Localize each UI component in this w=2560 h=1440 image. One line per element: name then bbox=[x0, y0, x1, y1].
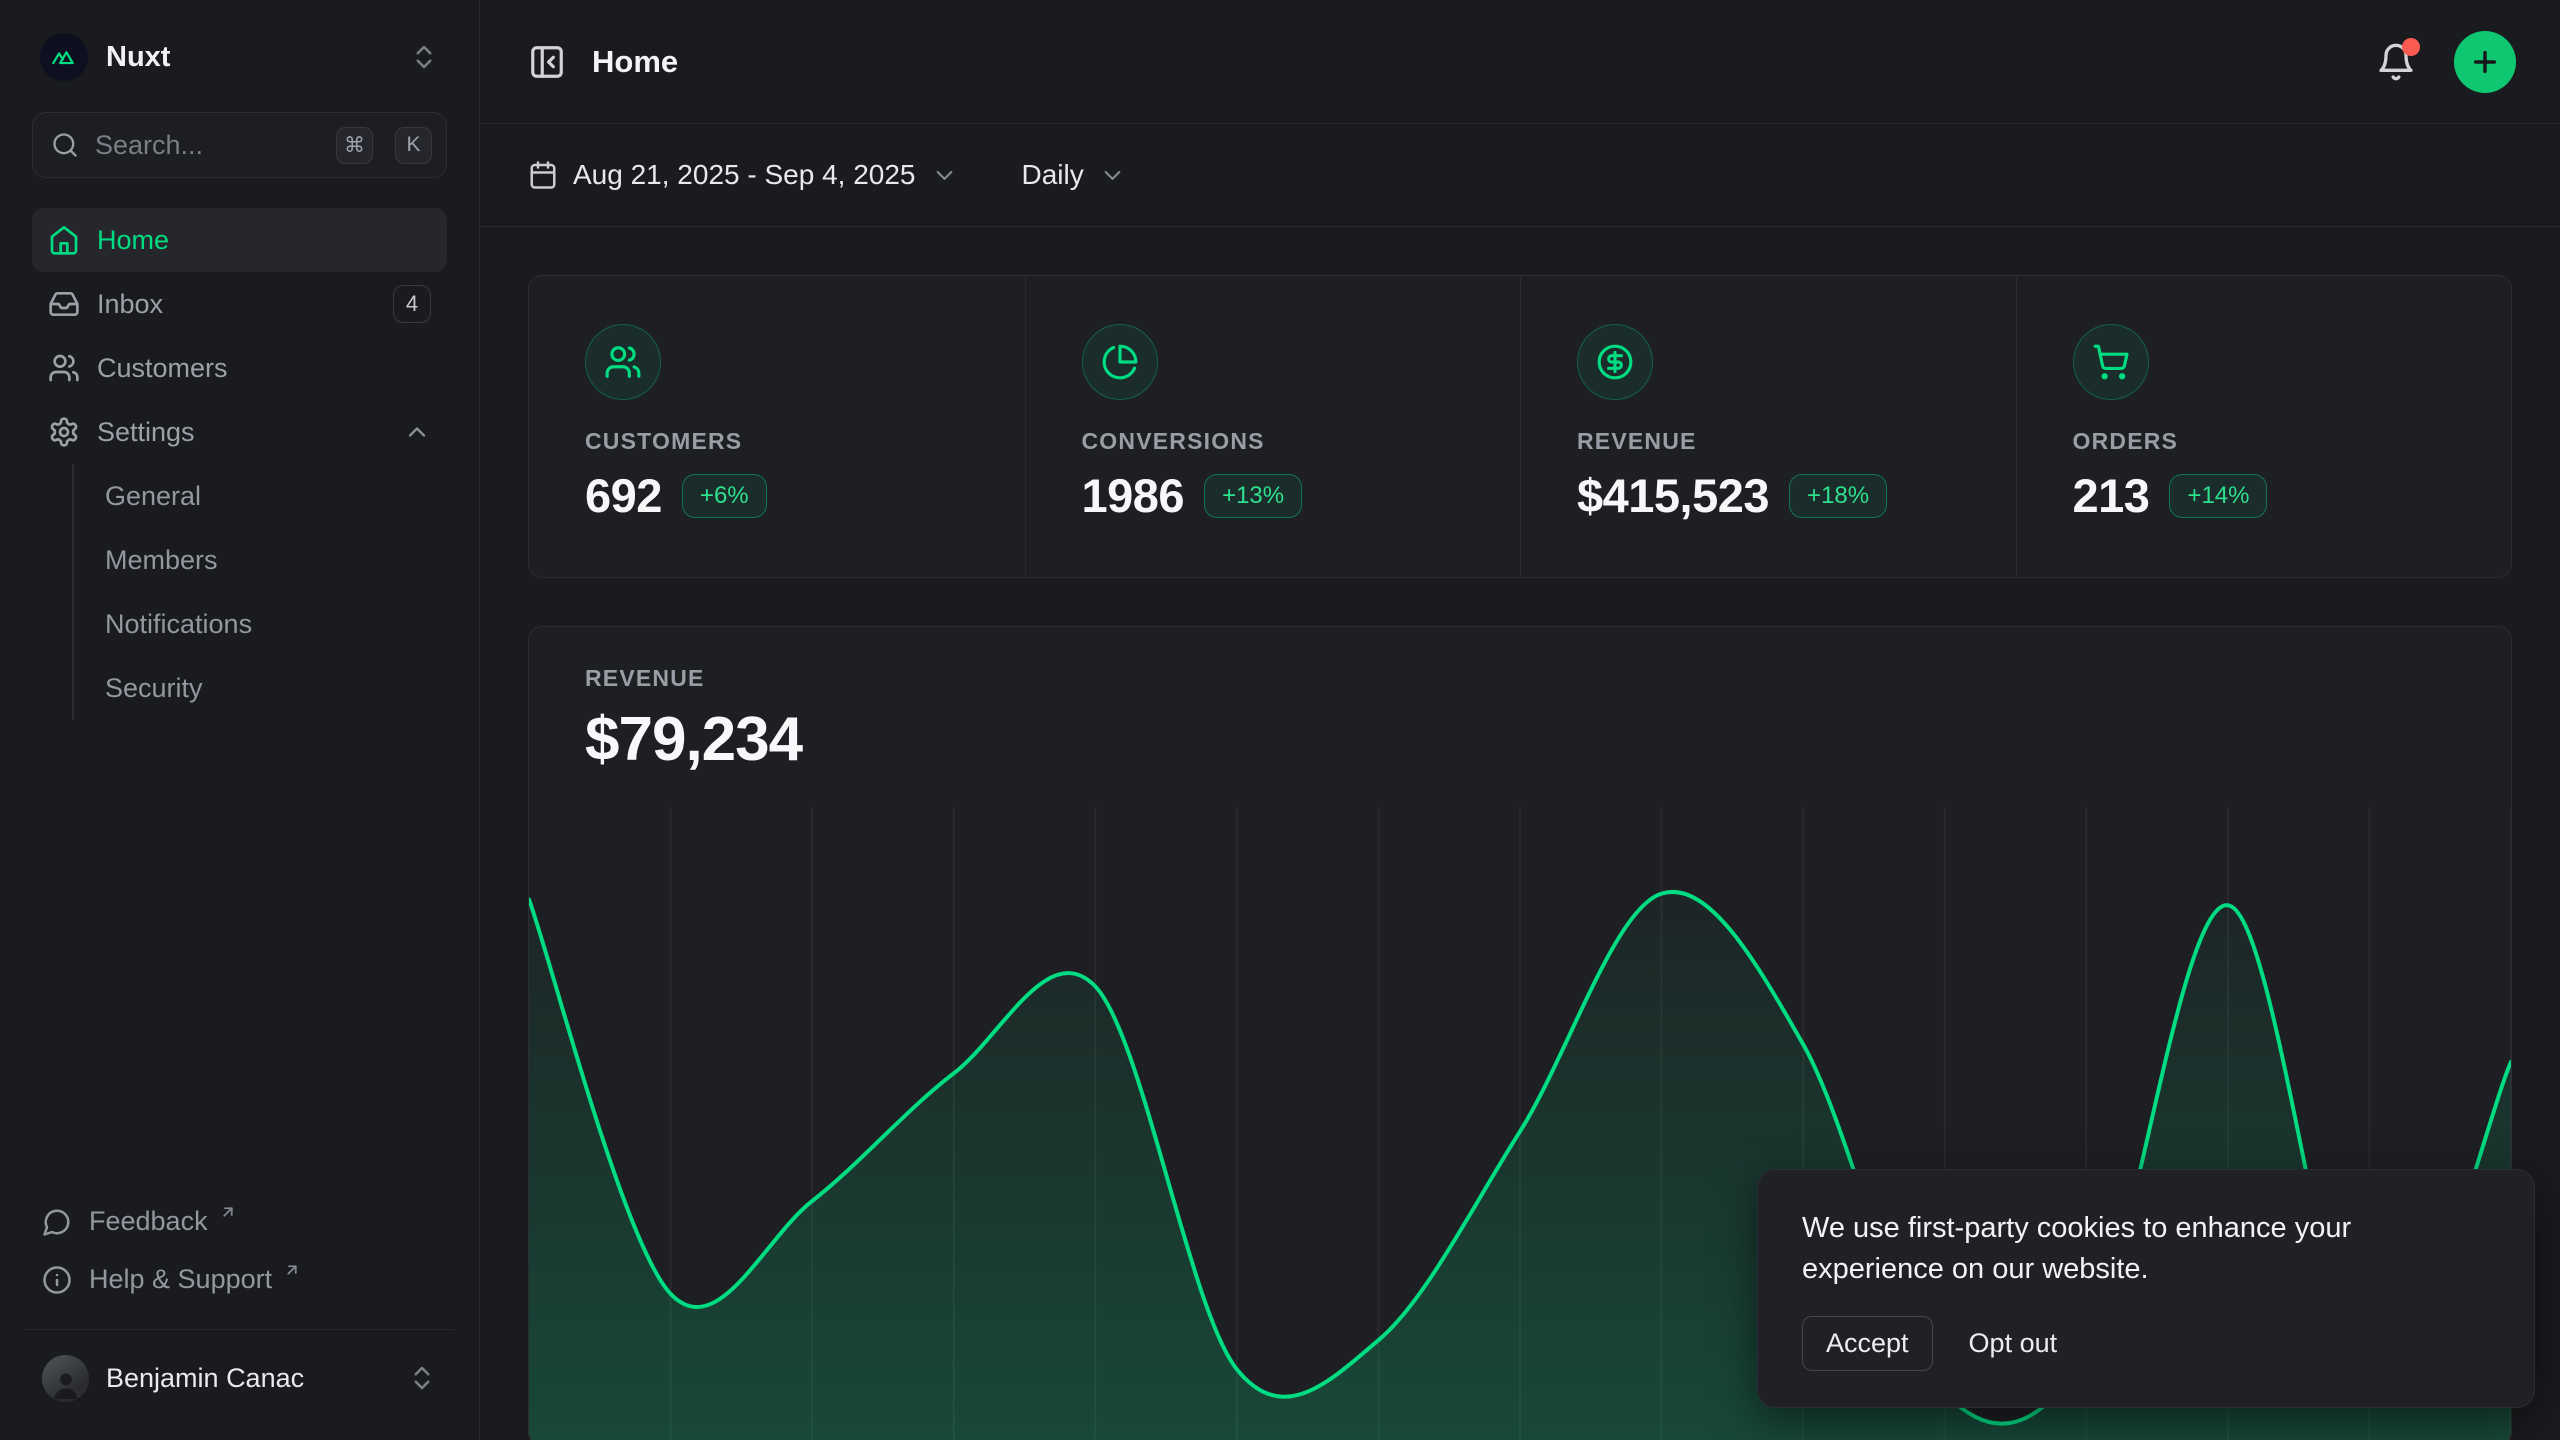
workspace-switcher[interactable]: Nuxt bbox=[32, 24, 447, 90]
stat-label: REVENUE bbox=[1577, 428, 2016, 455]
search-input[interactable] bbox=[95, 130, 320, 161]
sidebar-item-notifications[interactable]: Notifications bbox=[74, 592, 447, 656]
stat-label: CUSTOMERS bbox=[585, 428, 1025, 455]
external-link-icon bbox=[219, 1203, 237, 1221]
page-title: Home bbox=[592, 44, 678, 80]
stat-revenue: REVENUE $415,523 +18% bbox=[1520, 276, 2016, 577]
stat-customers: CUSTOMERS 692 +6% bbox=[529, 276, 1025, 577]
filter-toolbar: Aug 21, 2025 - Sep 4, 2025 Daily bbox=[480, 124, 2560, 227]
sub-item-label: General bbox=[105, 481, 201, 512]
inbox-icon bbox=[48, 288, 80, 320]
chevron-up-icon bbox=[403, 418, 431, 446]
stat-value: $415,523 bbox=[1577, 468, 1769, 523]
stat-conversions: CONVERSIONS 1986 +13% bbox=[1025, 276, 1521, 577]
revenue-chart-value: $79,234 bbox=[585, 704, 2511, 775]
info-circle-icon bbox=[42, 1265, 72, 1295]
sidebar-spacer bbox=[32, 720, 447, 1193]
sub-item-label: Notifications bbox=[105, 609, 252, 640]
calendar-icon bbox=[528, 160, 558, 190]
chevron-down-icon bbox=[931, 162, 958, 189]
cookie-message: We use first-party cookies to enhance yo… bbox=[1802, 1208, 2490, 1290]
stat-delta-badge: +18% bbox=[1789, 474, 1887, 518]
users-icon bbox=[48, 352, 80, 384]
settings-subtree: General Members Notifications Security bbox=[72, 464, 447, 720]
stat-value: 1986 bbox=[1082, 468, 1185, 523]
page-header: Home bbox=[480, 0, 2560, 124]
stat-orders: ORDERS 213 +14% bbox=[2016, 276, 2512, 577]
sidebar-item-home[interactable]: Home bbox=[32, 208, 447, 272]
granularity-select[interactable]: Daily bbox=[1022, 159, 1126, 191]
sidebar-nav: Home Inbox 4 Customers Settings General … bbox=[32, 208, 447, 720]
collapse-sidebar-button[interactable] bbox=[528, 43, 566, 81]
add-button[interactable] bbox=[2454, 31, 2516, 93]
cookie-actions: Accept Opt out bbox=[1802, 1316, 2490, 1371]
kbd-k: K bbox=[395, 127, 432, 164]
notification-dot bbox=[2402, 38, 2420, 56]
sidebar-item-security[interactable]: Security bbox=[74, 656, 447, 720]
cookie-optout-button[interactable]: Opt out bbox=[1969, 1328, 2058, 1359]
sidebar: Nuxt ⌘ K Home Inbox 4 Customers bbox=[0, 0, 480, 1440]
stat-delta-badge: +13% bbox=[1204, 474, 1302, 518]
inbox-count-badge: 4 bbox=[393, 285, 431, 323]
dollar-circle-icon bbox=[1577, 324, 1653, 400]
sub-item-label: Security bbox=[105, 673, 203, 704]
granularity-label: Daily bbox=[1022, 159, 1084, 191]
sidebar-item-label: Customers bbox=[97, 353, 228, 384]
nuxt-logo-icon bbox=[40, 33, 88, 81]
chevrons-up-down-icon bbox=[407, 1363, 437, 1393]
sidebar-item-label: Settings bbox=[97, 417, 195, 448]
sidebar-divider bbox=[24, 1329, 455, 1331]
sidebar-item-settings[interactable]: Settings bbox=[32, 400, 447, 464]
home-icon bbox=[48, 224, 80, 256]
sidebar-item-label: Home bbox=[97, 225, 169, 256]
date-range-picker[interactable]: Aug 21, 2025 - Sep 4, 2025 bbox=[528, 159, 958, 191]
stat-value: 213 bbox=[2073, 468, 2150, 523]
stat-label: CONVERSIONS bbox=[1082, 428, 1521, 455]
footer-item-label: Feedback bbox=[89, 1206, 208, 1237]
pie-chart-icon bbox=[1082, 324, 1158, 400]
user-name: Benjamin Canac bbox=[106, 1363, 304, 1394]
stat-value: 692 bbox=[585, 468, 662, 523]
search-icon bbox=[51, 131, 79, 159]
external-link-icon bbox=[283, 1261, 301, 1279]
revenue-chart-label: REVENUE bbox=[585, 665, 2511, 692]
sub-item-label: Members bbox=[105, 545, 218, 576]
stats-summary-card: CUSTOMERS 692 +6% CONVERSIONS 1986 +13% bbox=[528, 275, 2512, 578]
shopping-cart-icon bbox=[2073, 324, 2149, 400]
header-actions bbox=[2376, 31, 2516, 93]
stat-label: ORDERS bbox=[2073, 428, 2512, 455]
kbd-meta: ⌘ bbox=[336, 127, 373, 164]
sidebar-item-members[interactable]: Members bbox=[74, 528, 447, 592]
sidebar-item-general[interactable]: General bbox=[74, 464, 447, 528]
users-icon bbox=[585, 324, 661, 400]
user-menu[interactable]: Benjamin Canac bbox=[32, 1342, 447, 1414]
cookie-accept-button[interactable]: Accept bbox=[1802, 1316, 1933, 1371]
chevrons-up-down-icon bbox=[409, 42, 439, 72]
stat-delta-badge: +6% bbox=[682, 474, 767, 518]
notifications-button[interactable] bbox=[2376, 42, 2416, 82]
stat-delta-badge: +14% bbox=[2169, 474, 2267, 518]
sidebar-item-inbox[interactable]: Inbox 4 bbox=[32, 272, 447, 336]
avatar bbox=[42, 1355, 89, 1402]
message-bubble-icon bbox=[42, 1207, 72, 1237]
sidebar-item-help-support[interactable]: Help & Support bbox=[32, 1251, 447, 1309]
sidebar-item-feedback[interactable]: Feedback bbox=[32, 1193, 447, 1251]
revenue-chart-header: REVENUE $79,234 bbox=[529, 627, 2511, 775]
cookie-banner: We use first-party cookies to enhance yo… bbox=[1757, 1169, 2535, 1408]
plus-icon bbox=[2469, 46, 2501, 78]
date-range-label: Aug 21, 2025 - Sep 4, 2025 bbox=[573, 159, 916, 191]
gear-icon bbox=[48, 416, 80, 448]
sidebar-item-label: Inbox bbox=[97, 289, 163, 320]
search-input-wrapper[interactable]: ⌘ K bbox=[32, 112, 447, 178]
sidebar-item-customers[interactable]: Customers bbox=[32, 336, 447, 400]
chevron-down-icon bbox=[1099, 162, 1126, 189]
panel-left-close-icon bbox=[528, 43, 566, 81]
footer-item-label: Help & Support bbox=[89, 1264, 272, 1295]
brand-name: Nuxt bbox=[106, 41, 170, 74]
